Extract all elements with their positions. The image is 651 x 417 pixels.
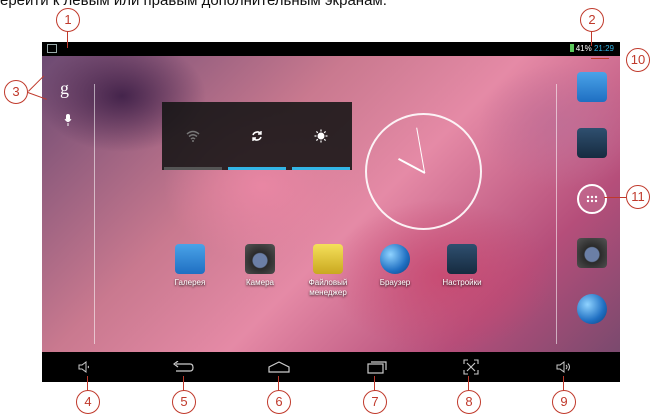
callout-11: 11 [626,185,650,209]
screenshot-button[interactable] [456,356,486,378]
sync-state-bar [228,167,286,170]
battery-icon [569,44,574,52]
callout-10: 10 [626,48,650,72]
callout-leader-2 [591,30,592,46]
settings-icon [447,244,477,274]
tablet-screen: 41% 21:29 g Галерея Камера Файловый мене… [42,42,620,382]
screenshot-icon [463,359,479,375]
app-camera[interactable]: Камера [230,244,290,288]
right-page-divider [556,84,557,344]
callout-5: 5 [172,390,196,414]
gallery-icon [175,244,205,274]
callout-2: 2 [580,8,604,32]
callout-7: 7 [363,390,387,414]
dock-camera-icon[interactable] [577,238,607,268]
navigation-bar [42,352,620,382]
battery-level: 41% [575,44,592,53]
callout-leader-1 [67,30,68,48]
callout-9: 9 [552,390,576,414]
volume-down-button[interactable] [70,356,100,378]
file-manager-icon [313,244,343,274]
callout-leader-10 [591,58,609,59]
analog-clock-widget[interactable] [365,113,482,230]
home-button[interactable] [264,356,294,378]
callout-leader-11 [604,197,626,198]
brightness-toggle[interactable] [290,102,352,170]
wifi-icon [186,130,200,142]
app-settings[interactable]: Настройки [432,244,492,288]
wallpaper: g Галерея Камера Файловый менеджер Брауз… [42,56,620,352]
status-bar[interactable]: 41% 21:29 [42,42,620,56]
dock-gallery-icon[interactable] [577,72,607,102]
callout-8: 8 [457,390,481,414]
voice-search-icon[interactable] [64,114,72,126]
callout-1: 1 [56,8,80,32]
volume-up-icon [556,361,570,373]
left-page-divider [94,84,95,344]
back-icon [173,361,194,372]
minute-hand [416,127,425,173]
brightness-state-bar [292,167,350,170]
wifi-state-bar [164,167,222,170]
clock-time: 21:29 [593,44,614,53]
callout-3: 3 [4,80,28,104]
app-grid-dots [586,195,598,203]
home-icon [268,361,290,373]
volume-up-button[interactable] [549,356,579,378]
app-gallery[interactable]: Галерея [160,244,220,288]
volume-down-icon [78,361,89,373]
all-apps-icon[interactable] [577,184,607,214]
recents-icon [367,361,387,374]
app-browser[interactable]: Браузер [365,244,425,288]
browser-icon [380,244,410,274]
wifi-toggle[interactable] [162,102,224,170]
callout-4: 4 [76,390,100,414]
google-search-icon[interactable]: g [60,78,69,99]
brightness-icon [314,129,328,143]
recent-apps-button[interactable] [362,356,392,378]
sync-icon [252,131,262,141]
notification-icon [47,44,57,53]
dock-settings-icon[interactable] [577,128,607,158]
caption-text: ерейти к левым или правым дополнительным… [0,0,387,9]
dock-browser-icon[interactable] [577,294,607,324]
camera-icon [245,244,275,274]
quick-settings-widget [162,102,352,170]
sync-toggle[interactable] [226,102,288,170]
app-file-manager[interactable]: Файловый менеджер [298,244,358,298]
callout-6: 6 [267,390,291,414]
back-button[interactable] [168,356,198,378]
